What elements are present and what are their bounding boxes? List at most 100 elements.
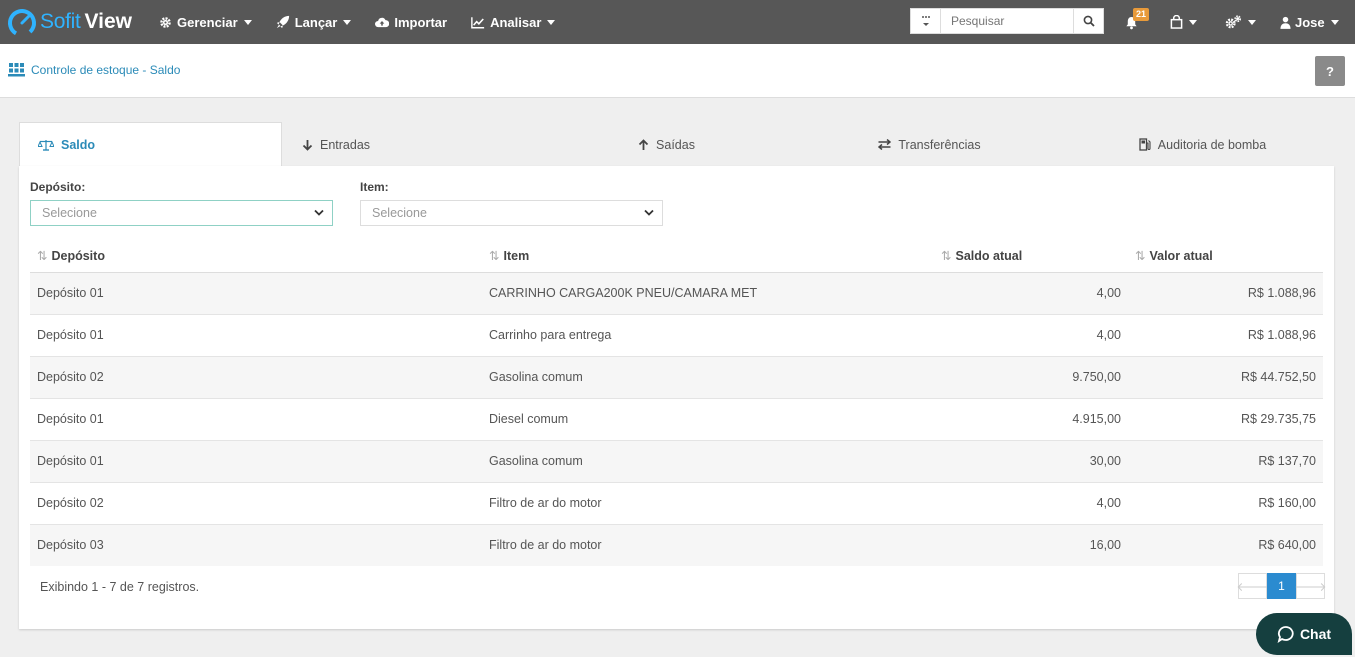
- page-header: Controle de estoque - Saldo ?: [0, 44, 1355, 98]
- menu-lancar[interactable]: Lançar: [276, 15, 352, 30]
- menu-gerenciar-label: Gerenciar: [177, 14, 238, 30]
- search-icon: [1083, 15, 1095, 27]
- tab-saidas[interactable]: Saídas: [545, 122, 808, 167]
- chevron-down-icon: [343, 19, 352, 25]
- chat-bubble-icon: [1277, 626, 1294, 643]
- table-row[interactable]: Depósito 02 Gasolina comum 9.750,00 R$ 4…: [30, 356, 1323, 399]
- column-header-valor-atual[interactable]: ⇅ Valor atual: [1128, 239, 1323, 273]
- next-page-button[interactable]: 🡒: [1294, 573, 1327, 599]
- cell-valor-atual: R$ 137,70: [1128, 440, 1323, 483]
- search-filter-button[interactable]: [911, 9, 941, 33]
- item-select[interactable]: Selecione: [360, 200, 663, 226]
- cell-deposito: Depósito 03: [30, 524, 482, 566]
- search-input[interactable]: [941, 9, 1073, 33]
- warehouse-boxes-icon: [8, 63, 25, 77]
- cell-deposito: Depósito 01: [30, 272, 482, 315]
- deposito-select[interactable]: Selecione: [30, 200, 333, 226]
- cloud-upload-icon: [375, 15, 390, 29]
- gear-icon: [158, 15, 172, 29]
- table-row[interactable]: Depósito 01 Carrinho para entrega 4,00 R…: [30, 314, 1323, 357]
- tab-entradas-label: Entradas: [320, 137, 371, 152]
- cell-saldo-atual: 4,00: [934, 314, 1128, 357]
- cell-item: CARRINHO CARGA200K PNEU/CAMARA MET: [482, 272, 934, 315]
- chevron-down-icon: [547, 19, 556, 25]
- shopping-bag-icon: [1170, 15, 1183, 29]
- cell-item: Gasolina comum: [482, 356, 934, 399]
- dots-caret-icon: [921, 16, 930, 26]
- cell-valor-atual: R$ 1.088,96: [1128, 272, 1323, 315]
- exchange-icon: [878, 139, 892, 150]
- item-filter-label: Item:: [360, 180, 389, 194]
- notifications-button[interactable]: 21: [1125, 0, 1150, 44]
- menu-importar-label: Importar: [394, 14, 448, 30]
- menu-gerenciar[interactable]: Gerenciar: [158, 15, 252, 30]
- column-header-saldo-atual[interactable]: ⇅ Saldo atual: [934, 239, 1128, 273]
- deposito-select-placeholder: Selecione: [42, 206, 97, 220]
- sofitview-logo[interactable]: Sofit View: [6, 6, 146, 38]
- sort-icon: ⇅: [941, 248, 952, 263]
- breadcrumb-label: Controle de estoque - Saldo: [31, 62, 181, 77]
- cell-deposito: Depósito 01: [30, 398, 482, 441]
- pagination: 🡐 1 🡒: [1236, 573, 1327, 599]
- user-menu[interactable]: Jose: [1280, 0, 1339, 44]
- notification-count-badge: 21: [1133, 8, 1150, 21]
- line-chart-icon: [471, 15, 485, 29]
- chat-button[interactable]: Chat: [1256, 613, 1352, 655]
- tab-entradas[interactable]: Entradas: [282, 122, 545, 167]
- table-row[interactable]: Depósito 02 Filtro de ar do motor 4,00 R…: [30, 482, 1323, 525]
- cell-valor-atual: R$ 44.752,50: [1128, 356, 1323, 399]
- cell-saldo-atual: 30,00: [934, 440, 1128, 483]
- logo-text-view: View: [84, 10, 133, 33]
- cell-deposito: Depósito 01: [30, 314, 482, 357]
- search-button[interactable]: [1073, 9, 1103, 33]
- table-row[interactable]: Depósito 01 Diesel comum 4.915,00 R$ 29.…: [30, 398, 1323, 441]
- settings-menu[interactable]: [1225, 0, 1256, 44]
- tab-auditoria-de-bomba[interactable]: Auditoria de bomba: [1071, 122, 1334, 167]
- cell-item: Gasolina comum: [482, 440, 934, 483]
- prev-page-button[interactable]: 🡐: [1236, 573, 1269, 599]
- cell-saldo-atual: 9.750,00: [934, 356, 1128, 399]
- menu-lancar-label: Lançar: [294, 14, 338, 30]
- cell-saldo-atual: 4,00: [934, 272, 1128, 315]
- chevron-down-icon: [314, 209, 324, 216]
- help-button[interactable]: ?: [1315, 56, 1345, 86]
- records-info: Exibindo 1 - 7 de 7 registros.: [40, 580, 200, 594]
- shopping-bag-menu[interactable]: [1170, 0, 1197, 44]
- cell-deposito: Depósito 02: [30, 482, 482, 525]
- fuel-pump-icon: [1139, 138, 1151, 151]
- cell-valor-atual: R$ 29.735,75: [1128, 398, 1323, 441]
- table-row[interactable]: Depósito 01 Gasolina comum 30,00 R$ 137,…: [30, 440, 1323, 483]
- user-icon: [1280, 16, 1291, 29]
- deposito-filter-label: Depósito:: [30, 180, 86, 194]
- tab-transferencias[interactable]: Transferências: [808, 122, 1071, 167]
- chevron-down-icon: [1248, 19, 1256, 25]
- table-row[interactable]: Depósito 03 Filtro de ar do motor 16,00 …: [30, 524, 1323, 566]
- tab-auditoria-label: Auditoria de bomba: [1157, 137, 1267, 152]
- saldo-panel: Depósito: Selecione Item: Selecione ⇅ Dep…: [19, 166, 1334, 629]
- gears-icon: [1225, 15, 1242, 29]
- tab-saldo[interactable]: Saldo: [19, 122, 282, 167]
- cell-valor-atual: R$ 160,00: [1128, 482, 1323, 525]
- stock-tabs: Saldo Entradas Saídas Transferências Aud…: [19, 122, 1334, 167]
- column-header-deposito[interactable]: ⇅ Depósito: [30, 239, 482, 273]
- rocket-icon: [276, 15, 290, 29]
- top-navbar: Sofit View Gerenciar Lançar Importar Ana…: [0, 0, 1355, 44]
- arrow-down-icon: [302, 139, 313, 151]
- sort-icon: ⇅: [1135, 248, 1146, 263]
- table-row[interactable]: Depósito 01 CARRINHO CARGA200K PNEU/CAMA…: [30, 272, 1323, 315]
- menu-analisar[interactable]: Analisar: [471, 14, 556, 30]
- balance-scale-icon: [38, 139, 54, 151]
- cell-valor-atual: R$ 1.088,96: [1128, 314, 1323, 357]
- menu-importar[interactable]: Importar: [375, 15, 447, 30]
- cell-item: Diesel comum: [482, 398, 934, 441]
- search-box: [910, 8, 1104, 34]
- page-1-button[interactable]: 1: [1267, 573, 1296, 599]
- main-menu: Gerenciar Lançar Importar Analisar: [158, 15, 579, 30]
- breadcrumb[interactable]: Controle de estoque - Saldo: [8, 62, 180, 77]
- menu-analisar-label: Analisar: [490, 14, 542, 30]
- cell-item: Filtro de ar do motor: [482, 524, 934, 566]
- column-header-item[interactable]: ⇅ Item: [482, 239, 934, 273]
- chevron-down-icon: [1189, 19, 1197, 25]
- cell-valor-atual: R$ 640,00: [1128, 524, 1323, 566]
- chat-label: Chat: [1299, 626, 1332, 642]
